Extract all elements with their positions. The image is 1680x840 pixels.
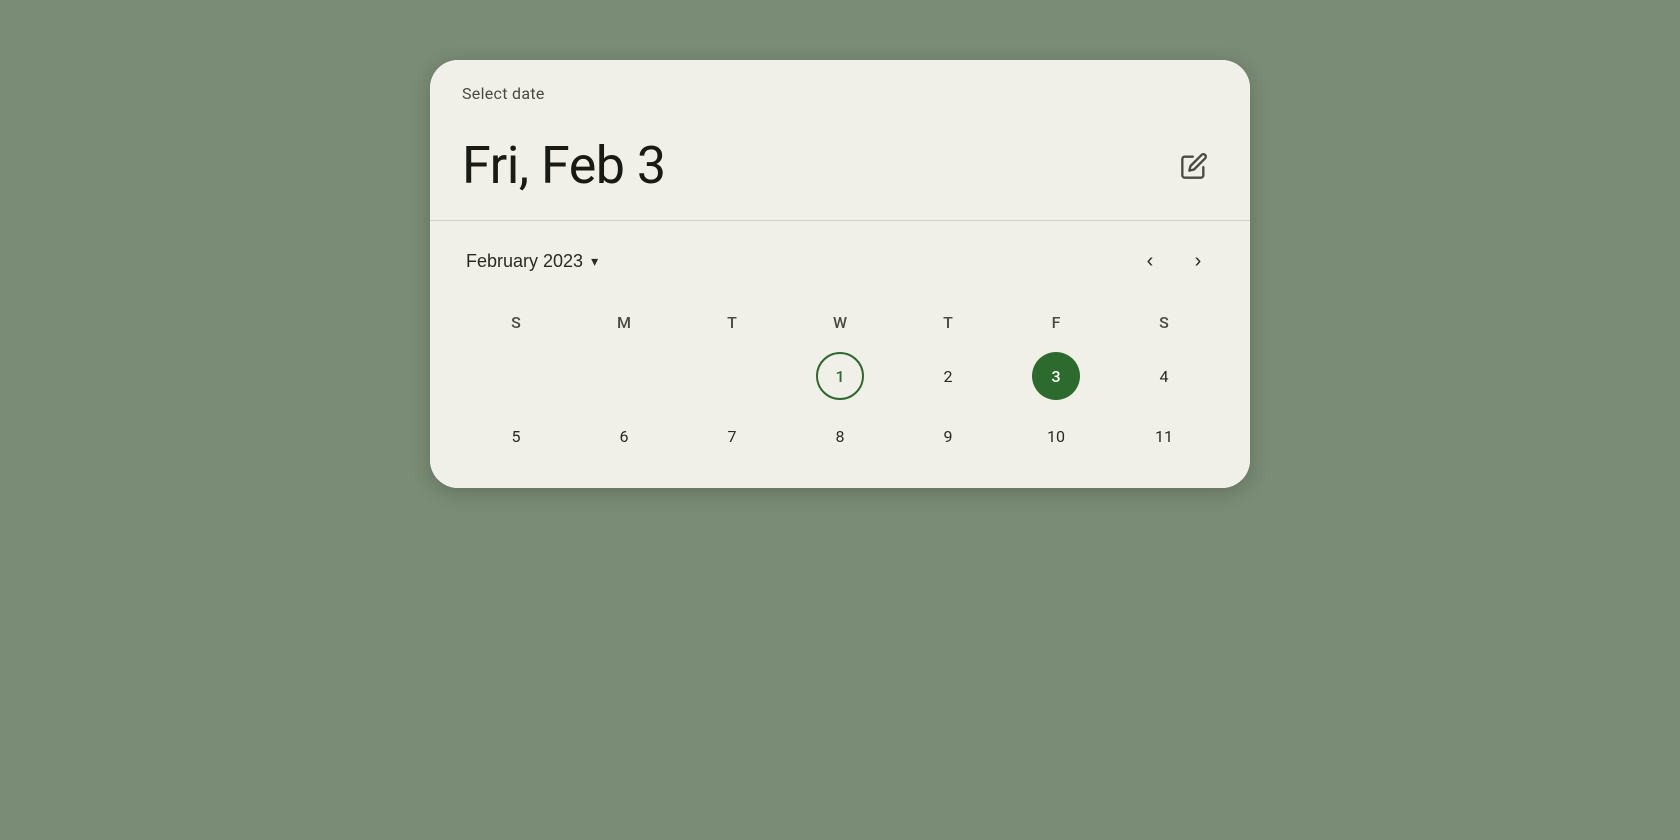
selected-date-display: Fri, Feb 3 [462, 135, 666, 196]
calendar-section: February 2023 ▾ ‹ › S M T W T F S [430, 221, 1250, 488]
calendar-day-8[interactable]: 8 [786, 408, 894, 464]
calendar-day-4[interactable]: 4 [1110, 348, 1218, 404]
day-number-4: 4 [1140, 352, 1188, 400]
selected-date-row: Fri, Feb 3 [430, 119, 1250, 221]
calendar-day-6[interactable]: 6 [570, 408, 678, 464]
calendar-day-2[interactable]: 2 [894, 348, 1002, 404]
select-date-label: Select date [462, 84, 545, 103]
day-number-6: 6 [600, 412, 648, 460]
day-header-tue: T [678, 305, 786, 340]
month-nav-row: February 2023 ▾ ‹ › [462, 241, 1218, 281]
day-headers-row: S M T W T F S [462, 305, 1218, 340]
calendar-weeks: 1 2 3 4 [462, 348, 1218, 464]
pencil-icon [1180, 152, 1208, 180]
calendar-day-10[interactable]: 10 [1002, 408, 1110, 464]
day-number-11: 11 [1140, 412, 1188, 460]
calendar-day-empty-2 [570, 348, 678, 404]
edit-date-button[interactable] [1170, 142, 1218, 190]
calendar-day-empty-1 [462, 348, 570, 404]
day-header-fri: F [1002, 305, 1110, 340]
calendar-week-1: 1 2 3 4 [462, 348, 1218, 404]
calendar-day-3[interactable]: 3 [1002, 348, 1110, 404]
day-number-5: 5 [492, 412, 540, 460]
day-header-sun: S [462, 305, 570, 340]
chevron-down-icon: ▾ [591, 253, 598, 270]
calendar-day-1[interactable]: 1 [786, 348, 894, 404]
calendar-week-2: 5 6 7 8 9 [462, 408, 1218, 464]
day-number-9: 9 [924, 412, 972, 460]
day-number-8: 8 [816, 412, 864, 460]
day-number-1: 1 [816, 352, 864, 400]
day-number-10: 10 [1032, 412, 1080, 460]
calendar-grid: S M T W T F S [462, 305, 1218, 464]
device-frame: Select date Fri, Feb 3 February 2023 ▾ ‹… [410, 30, 1270, 810]
day-header-thu: T [894, 305, 1002, 340]
calendar-day-empty-3 [678, 348, 786, 404]
day-number-7: 7 [708, 412, 756, 460]
calendar-day-9[interactable]: 9 [894, 408, 1002, 464]
next-month-button[interactable]: › [1178, 241, 1218, 281]
day-header-wed: W [786, 305, 894, 340]
date-picker-dialog: Select date Fri, Feb 3 February 2023 ▾ ‹… [430, 60, 1250, 488]
calendar-day-7[interactable]: 7 [678, 408, 786, 464]
nav-arrows: ‹ › [1130, 241, 1218, 281]
calendar-day-5[interactable]: 5 [462, 408, 570, 464]
prev-month-button[interactable]: ‹ [1130, 241, 1170, 281]
day-number-3: 3 [1032, 352, 1080, 400]
day-header-mon: M [570, 305, 678, 340]
calendar-day-11[interactable]: 11 [1110, 408, 1218, 464]
dialog-header: Select date [430, 60, 1250, 119]
day-header-sat: S [1110, 305, 1218, 340]
month-year-label: February 2023 [466, 251, 583, 272]
day-number-2: 2 [924, 352, 972, 400]
month-year-dropdown-button[interactable]: February 2023 ▾ [462, 243, 602, 280]
